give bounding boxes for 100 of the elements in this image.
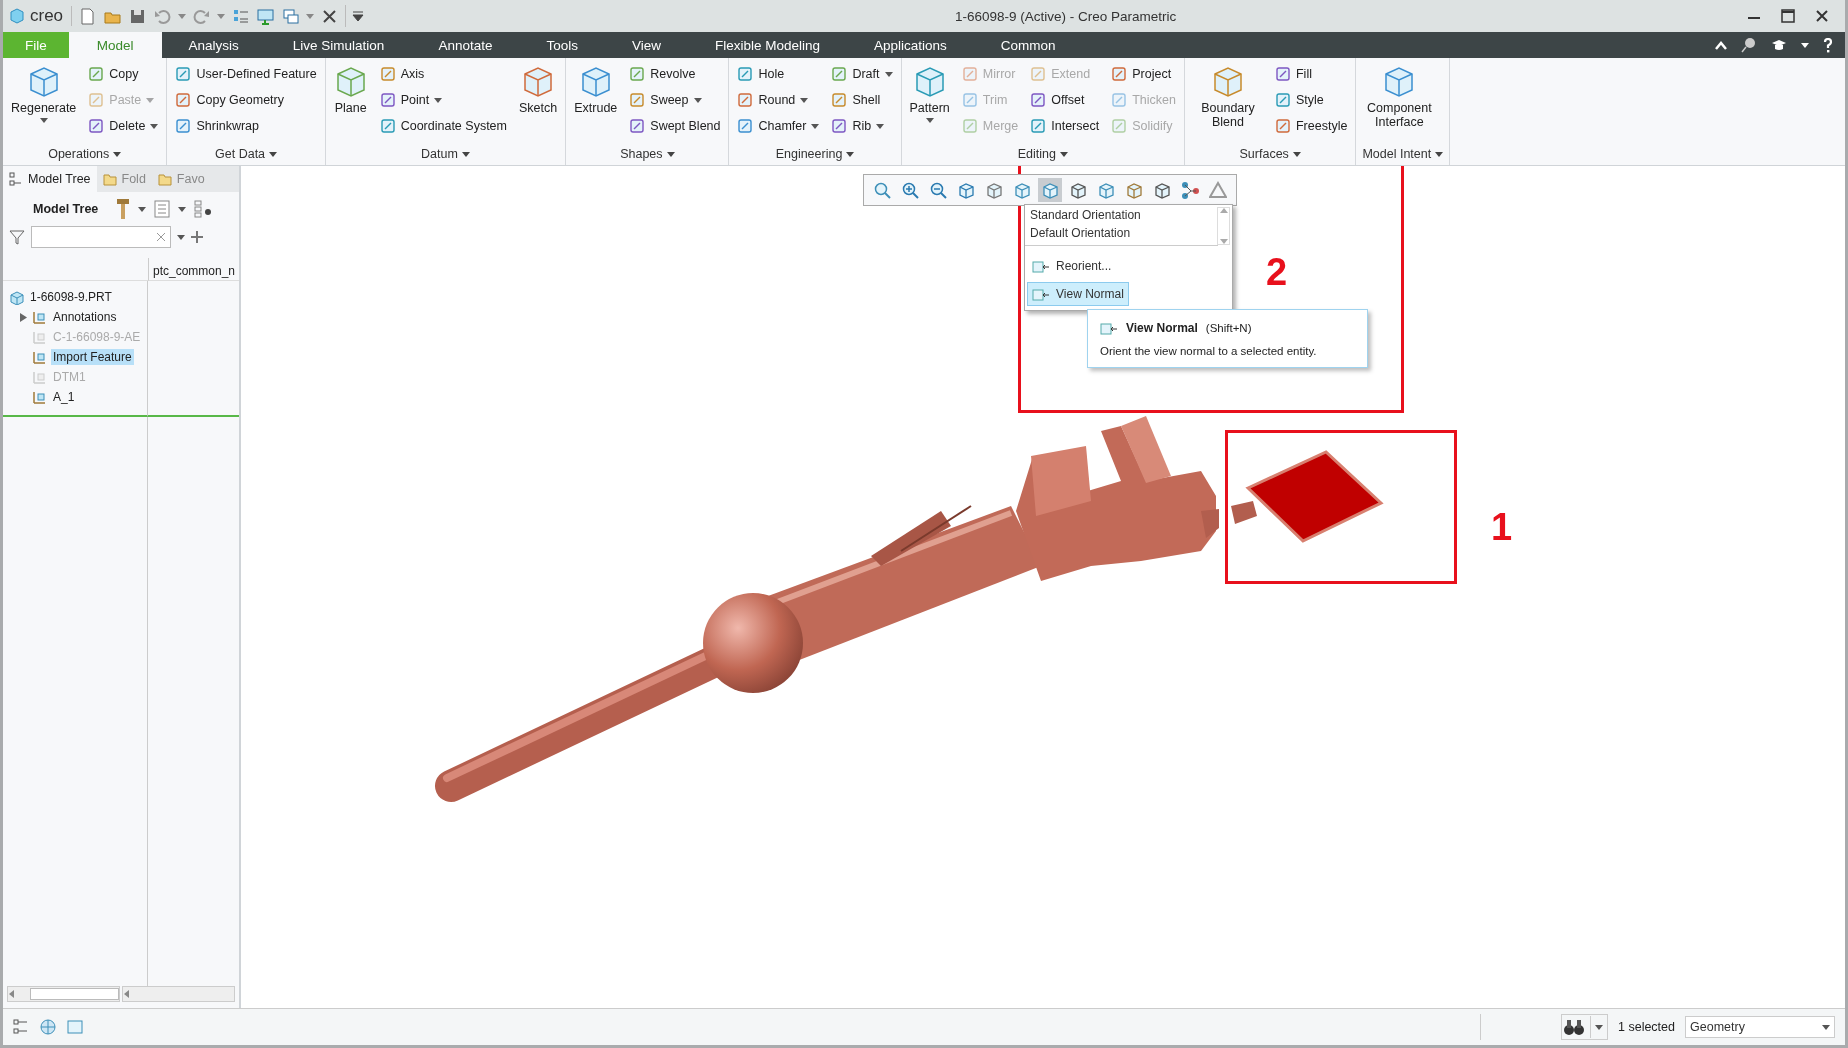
hammer-icon[interactable]: [116, 198, 131, 220]
find-button[interactable]: [1561, 1014, 1608, 1040]
group-menu-button[interactable]: Editing: [1017, 147, 1068, 161]
ribbon-tab[interactable]: Tools: [519, 32, 605, 58]
ribbon-button[interactable]: Draft: [829, 62, 895, 86]
filter-dropdown[interactable]: Geometry: [1685, 1016, 1835, 1038]
menu-item[interactable]: View Normal: [1027, 282, 1129, 306]
ribbon-large-button[interactable]: Component Interface: [1362, 62, 1437, 132]
selected-face[interactable]: [1245, 450, 1384, 543]
ribbon-button[interactable]: Copy: [86, 62, 161, 86]
ribbon-tab[interactable]: Flexible Modeling: [687, 32, 848, 58]
cube-icon: [1013, 181, 1031, 199]
part-icon: [9, 289, 24, 305]
group-menu-button[interactable]: Surfaces: [1239, 147, 1301, 161]
tool-icon: [737, 118, 754, 134]
ribbon-button[interactable]: Style: [1273, 88, 1350, 112]
feature-icon: [32, 329, 47, 345]
caret-icon: [138, 206, 147, 212]
tree-item[interactable]: Annotations: [3, 307, 147, 327]
help-icon[interactable]: [1823, 37, 1833, 53]
clear-icon[interactable]: [156, 232, 166, 242]
ribbon-tab[interactable]: Analysis: [161, 32, 266, 58]
graduation-cap-icon[interactable]: [1771, 38, 1787, 52]
toolbar-button[interactable]: [1038, 178, 1062, 202]
close-icon[interactable]: [1815, 9, 1829, 23]
tree-item[interactable]: Import Feature: [3, 347, 147, 367]
caret-icon: [1435, 151, 1444, 157]
group-menu-button[interactable]: Operations: [48, 147, 122, 161]
scroll-down-icon[interactable]: [1219, 239, 1228, 244]
tool-icon: [379, 92, 396, 108]
add-icon[interactable]: [191, 231, 203, 243]
ribbon-button[interactable]: Fill: [1273, 62, 1350, 86]
ribbon-button[interactable]: User-Defined Feature: [173, 62, 319, 86]
group-menu-button[interactable]: Model Intent: [1362, 147, 1444, 161]
ribbon-tab[interactable]: Common: [973, 32, 1083, 58]
zoom-in-icon: [901, 181, 919, 199]
group-menu-button[interactable]: Engineering: [775, 147, 855, 161]
tool-icon: [831, 66, 848, 82]
caret-icon: [846, 151, 855, 157]
ribbon-button[interactable]: Project: [1109, 62, 1178, 86]
ribbon-button[interactable]: Copy Geometry: [173, 88, 319, 112]
ribbon-large-button[interactable]: Sketch: [517, 62, 560, 118]
group-menu-button[interactable]: Datum: [421, 147, 470, 161]
ribbon-tab[interactable]: Annotate: [411, 32, 520, 58]
ribbon-button[interactable]: Freestyle: [1273, 114, 1350, 138]
ribbon-button[interactable]: Sweep: [627, 88, 723, 112]
scroll-up-icon[interactable]: [1219, 208, 1228, 213]
ribbon-button[interactable]: Intersect: [1028, 114, 1102, 138]
ribbon-large-button[interactable]: Regenerate: [9, 62, 79, 126]
menu-item[interactable]: Reorient...: [1027, 254, 1117, 278]
tree-item[interactable]: 1-66098-9.PRT: [3, 287, 147, 307]
ribbon-button[interactable]: Axis: [377, 62, 509, 86]
menu-item[interactable]: Standard Orientation: [1025, 206, 1218, 224]
search-field[interactable]: [31, 226, 171, 248]
caret-icon: [269, 151, 278, 157]
ribbon-tab[interactable]: Applications: [847, 32, 974, 58]
feature-icon: [32, 309, 47, 325]
ribbon-large-button[interactable]: Plane: [331, 62, 370, 118]
panel-tab[interactable]: Model Tree: [3, 166, 97, 192]
ribbon-button[interactable]: Swept Blend: [627, 114, 723, 138]
ribbon-button[interactable]: Revolve: [627, 62, 723, 86]
ribbon-button[interactable]: Delete: [86, 114, 161, 138]
ribbon-button[interactable]: Shrinkwrap: [173, 114, 319, 138]
feature-icon: [32, 369, 47, 385]
menu-item[interactable]: Default Orientation: [1025, 224, 1218, 242]
maximize-icon[interactable]: [1781, 9, 1795, 23]
browser-icon[interactable]: [39, 1018, 57, 1036]
tool-icon: [737, 66, 754, 82]
ribbon-button[interactable]: Shell: [829, 88, 895, 112]
filter-icon[interactable]: [9, 229, 25, 245]
search-icon[interactable]: [1741, 37, 1757, 53]
ribbon-large-button[interactable]: Extrude: [572, 62, 620, 118]
ribbon-button[interactable]: Chamfer: [735, 114, 822, 138]
ribbon-button[interactable]: Hole: [735, 62, 822, 86]
binoculars-icon: [1562, 1018, 1586, 1036]
group-menu-button[interactable]: Shapes: [620, 147, 675, 161]
tree-icon[interactable]: [13, 1019, 29, 1035]
column-header[interactable]: ptc_common_n: [148, 258, 240, 281]
caret-icon: [177, 234, 185, 240]
ribbon-button[interactable]: Rib: [829, 114, 895, 138]
ribbon-button[interactable]: Offset: [1028, 88, 1102, 112]
collapsed-arrow-icon[interactable]: [19, 312, 28, 322]
scroll-left-icon[interactable]: [8, 990, 16, 998]
ribbon-large-button[interactable]: Boundary Blend: [1191, 62, 1265, 132]
window-icon[interactable]: [281, 6, 301, 26]
group-menu-button[interactable]: Get Data: [215, 147, 278, 161]
collapse-ribbon-icon[interactable]: [1715, 40, 1727, 50]
customize-caret-icon[interactable]: [352, 10, 365, 22]
tree-item[interactable]: A_1: [3, 387, 147, 407]
caret-icon: [217, 13, 226, 19]
ribbon-button[interactable]: Point: [377, 88, 509, 112]
ribbon-button[interactable]: Coordinate System: [377, 114, 509, 138]
ribbon-tab[interactable]: Model: [68, 32, 162, 58]
ribbon-tab[interactable]: Live Simulation: [265, 32, 412, 58]
scroll-left-icon[interactable]: [123, 990, 131, 998]
tool-icon: [961, 118, 978, 134]
ribbon-large-button[interactable]: Pattern: [907, 62, 952, 126]
ribbon-button[interactable]: Round: [735, 88, 822, 112]
ribbon-tab[interactable]: View: [604, 32, 688, 58]
scrollbar-thumb[interactable]: [30, 988, 119, 1000]
